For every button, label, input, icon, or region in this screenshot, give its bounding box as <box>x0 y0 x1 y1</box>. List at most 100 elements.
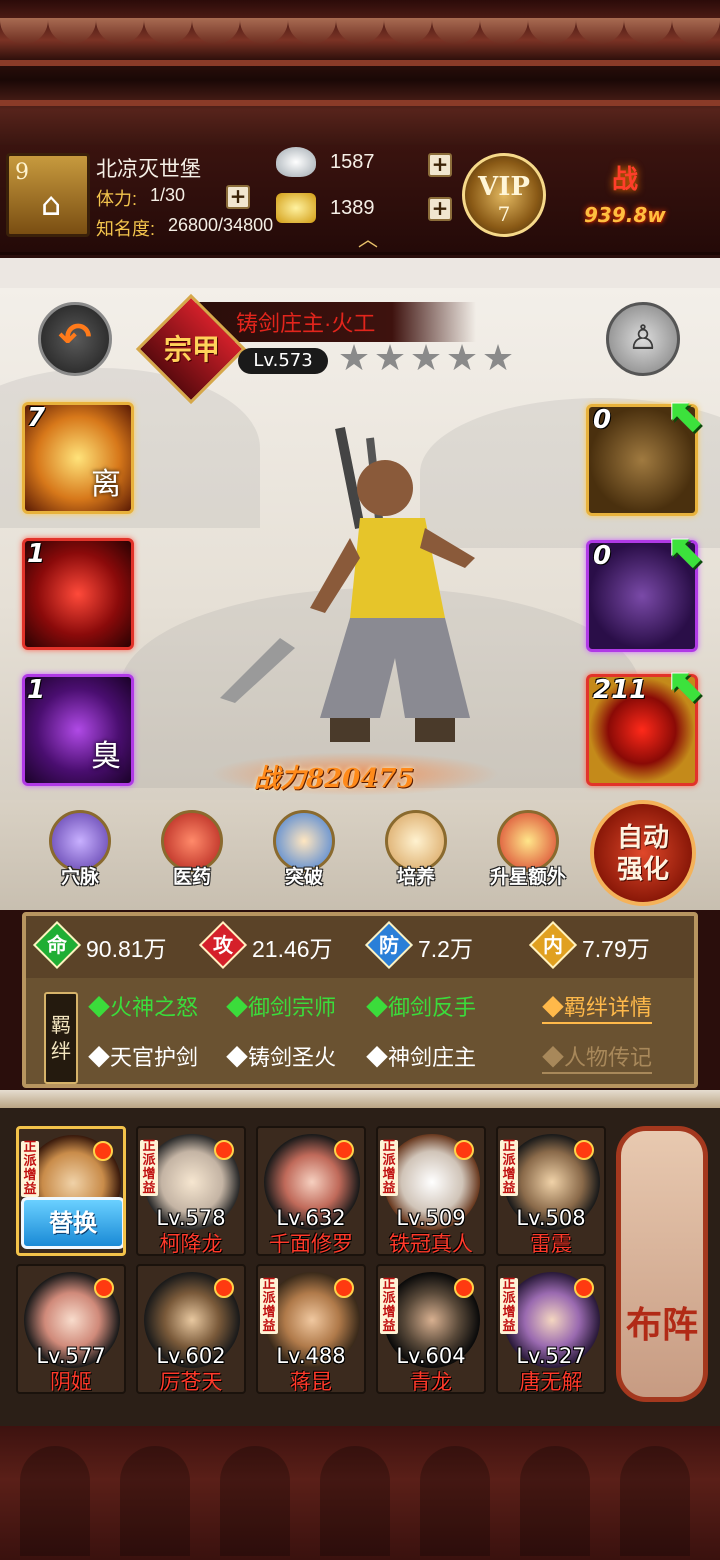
star-icon: ★ <box>445 338 479 379</box>
team-member-card[interactable]: 正派增益 Lv.508 雷震 <box>496 1126 606 1256</box>
meridian-label: 穴脉 <box>60 866 99 888</box>
star-up-extra-label: 升星额外 <box>489 866 566 888</box>
arch-decoration <box>320 1446 390 1556</box>
player-avatar[interactable]: 9 ⌂ <box>6 153 90 237</box>
add-stamina-button[interactable]: + <box>226 185 250 209</box>
member-level: Lv.508 <box>516 1206 586 1230</box>
team-member-card[interactable]: 正派增益 Lv.488 蒋昆 <box>256 1264 366 1394</box>
bond-active: ◆御剑反手 <box>366 995 477 1020</box>
member-level: Lv.632 <box>276 1206 346 1230</box>
back-button[interactable]: ↶ <box>38 302 112 376</box>
member-level: Lv.509 <box>396 1206 466 1230</box>
member-level: Lv.604 <box>396 1344 466 1368</box>
bond-active: ◆御剑宗师 <box>226 995 337 1020</box>
bond-tag: 羁 绊 <box>44 992 78 1084</box>
chevron-up-icon[interactable]: ︿ <box>352 229 384 249</box>
vip-label: VIP <box>478 172 530 202</box>
biography-link[interactable]: ◆人物传记 <box>542 1040 653 1074</box>
skill-slot-2[interactable]: 1 <box>22 538 134 650</box>
medicine-button[interactable]: 医药 <box>152 810 232 900</box>
star-icon: ★ <box>373 338 407 379</box>
roof-decoration <box>0 0 720 145</box>
notification-dot <box>214 1278 234 1298</box>
hero-blade <box>220 638 295 703</box>
upgrade-arrow-icon: ⬉ <box>668 524 707 578</box>
formation-label: 布阵 <box>625 1304 698 1346</box>
arch-decoration <box>20 1446 90 1556</box>
star-icon: ★ <box>409 338 443 379</box>
skill-slot-1[interactable]: 7 离 <box>22 402 134 514</box>
member-level: Lv.602 <box>156 1344 226 1368</box>
roof-tile <box>96 18 144 44</box>
stat-icon-label: 攻 <box>213 933 233 957</box>
member-level: Lv.527 <box>516 1344 586 1368</box>
meridian-button[interactable]: 穴脉 <box>40 810 120 900</box>
member-name: 柯降龙 <box>159 1232 223 1256</box>
team-member-card[interactable]: 正派增益 Lv.578 柯降龙 <box>136 1126 246 1256</box>
replace-button[interactable]: 替换 <box>21 1197 123 1249</box>
medicine-label: 医药 <box>172 866 211 888</box>
member-name: 阴姬 <box>50 1370 92 1394</box>
add-silver-button[interactable]: + <box>428 153 452 177</box>
auto-strengthen-button[interactable]: 自动 强化 <box>590 800 696 906</box>
battle-power-icon[interactable]: 战 <box>612 159 638 196</box>
stamina-value: 1/30 <box>150 185 186 205</box>
notification-dot <box>334 1278 354 1298</box>
equipment-count: 211 <box>593 675 648 705</box>
vip-badge[interactable]: VIP 7 <box>462 153 546 237</box>
team-member-card[interactable]: Lv.632 千面修罗 <box>256 1126 366 1256</box>
roof-tile <box>336 18 384 44</box>
fame-value: 26800/34800 <box>168 215 274 235</box>
hero-figure[interactable] <box>210 418 510 758</box>
breakthrough-button[interactable]: 突破 <box>264 810 344 900</box>
stats-row: 命 90.81万 攻 21.46万 防 7.2万 内 7.79万 <box>26 916 694 978</box>
stat-value: 7.2万 <box>418 936 473 962</box>
notification-dot <box>574 1278 594 1298</box>
silver-icon <box>276 147 316 177</box>
member-name: 雷震 <box>530 1232 572 1256</box>
roof-tile <box>288 18 336 44</box>
notification-dot <box>454 1140 474 1160</box>
appearance-button[interactable]: ♙ <box>606 302 680 376</box>
add-gold-button[interactable]: + <box>428 197 452 221</box>
team-member-card[interactable]: Lv.602 厉苍天 <box>136 1264 246 1394</box>
equipment-count: 0 <box>593 405 612 435</box>
skill-count: 7 <box>27 403 46 433</box>
arch-decoration <box>620 1446 690 1556</box>
buff-tag: 正派增益 <box>21 1141 39 1197</box>
member-name: 铁冠真人 <box>389 1232 473 1256</box>
team-member-card[interactable]: 正派增益 Lv.527 唐无解 <box>496 1264 606 1394</box>
team-member-card[interactable]: 正派增益 Lv.604 青龙 <box>376 1264 486 1394</box>
roof-rail <box>0 100 720 106</box>
gold-amount: 1389 <box>330 197 375 219</box>
rank-text: 宗甲 <box>163 333 220 366</box>
stat-icon-label: 命 <box>47 933 67 957</box>
team-member-card[interactable]: Lv.577 阴姬 <box>16 1264 126 1394</box>
train-button[interactable]: 培养 <box>376 810 456 900</box>
member-name: 蒋昆 <box>290 1370 332 1394</box>
team-member-card[interactable]: 正派增益 Lv.509 铁冠真人 <box>376 1126 486 1256</box>
train-label: 培养 <box>396 866 435 888</box>
team-member-card[interactable]: 正派增益 替换 <box>16 1126 126 1256</box>
skill-slot-3[interactable]: 1 臭 <box>22 674 134 786</box>
member-name: 千面修罗 <box>269 1232 353 1256</box>
sword-on-back <box>335 427 365 529</box>
stat-value: 21.46万 <box>252 936 333 962</box>
arch-decoration <box>520 1446 590 1556</box>
arch-decoration <box>420 1446 490 1556</box>
upgrade-arrow-icon: ⬉ <box>668 388 707 442</box>
member-name: 厉苍天 <box>159 1370 223 1394</box>
player-level: 9 <box>15 160 29 185</box>
gold-icon <box>276 193 316 223</box>
hero-name: 铸剑庄主·火工 <box>236 311 376 336</box>
member-level: Lv.577 <box>36 1344 106 1368</box>
bond-details-link[interactable]: ◆羁绊详情 <box>542 990 653 1024</box>
auto-strengthen-line2: 强化 <box>616 855 669 885</box>
roof-tile <box>0 18 48 44</box>
fame-label: 知名度: <box>96 219 156 239</box>
member-name: 唐无解 <box>519 1370 583 1394</box>
member-level: Lv.488 <box>276 1344 346 1368</box>
star-up-extra-button[interactable]: 升星额外 <box>488 810 568 900</box>
roof-tile <box>192 18 240 44</box>
formation-button[interactable]: 布阵 <box>616 1126 708 1402</box>
